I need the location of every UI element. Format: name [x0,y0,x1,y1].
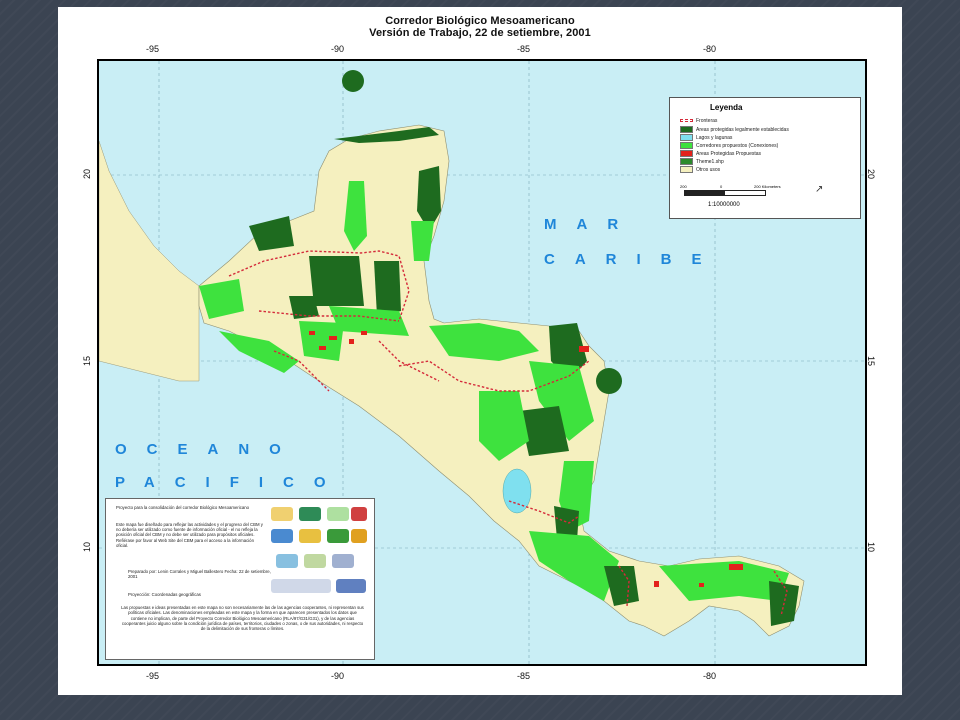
scale-label: 200 Kilometers [754,184,781,189]
sea-label-caribbean-1: MAR [544,216,638,233]
info-panel: Proyecto para la consolidación del corre… [105,498,375,660]
lat-tick-left: 15 [82,355,93,367]
lat-tick-left: 10 [82,541,93,553]
lon-tick-bottom: -95 [146,671,160,681]
lat-tick-left: 20 [82,168,93,180]
info-projection: Proyección: Coordenadas geográficas [128,592,201,597]
legend-title: Leyenda [710,103,743,112]
protected-guatemala-north [299,321,344,361]
legend-item: Areas Protegidas Propuestas [680,150,761,157]
lon-tick-bottom: -90 [331,671,345,681]
logo-icon [271,579,331,593]
logo-icon [276,554,298,568]
protected-maya-biosphere [374,261,401,316]
logo-icon [271,529,293,543]
legend-item: Areas protegidas legalmente establecidas [680,126,789,133]
lat-tick-right: 15 [866,355,877,367]
island-protected-east [596,368,622,394]
logo-icon [351,529,367,543]
scale-label: 200 [680,184,687,189]
swatch [680,126,693,133]
lon-tick-top: -85 [517,44,531,54]
swatch [680,150,693,157]
swatch [680,142,693,149]
logo-icon [299,529,321,543]
logo-icon [351,507,367,521]
legend-item: Theme1.shp [680,158,724,165]
map-frame: MAR CARIBE OCEANO PACIFICO Leyenda Front… [97,59,867,666]
legend-label: Corredores propuestos (Conexiones) [696,142,779,149]
lon-tick-bottom: -85 [517,671,531,681]
info-prepared: Preparado por: Lenin Corrales y Miguel B… [128,569,271,580]
logo-icon [299,507,321,521]
sea-label-pacific-1: OCEANO [115,441,301,458]
logo-icon [336,579,366,593]
legend-item: Otros usos [680,166,720,173]
protected-area-qroo [411,221,434,261]
map-subtitle: Versión de Trabajo, 22 de setiembre, 200… [369,27,591,39]
island-protected [342,70,364,92]
legend-label: Lagos y lagunas [696,134,733,141]
lat-tick-right: 20 [866,168,877,180]
sea-label-pacific-2: PACIFICO [115,474,346,491]
lon-tick-top: -90 [331,44,345,54]
legend-item: Corredores propuestos (Conexiones) [680,142,778,149]
legend: Leyenda Fronteras Areas protegidas legal… [669,97,861,219]
swatch [680,158,693,165]
legend-label: Areas protegidas legalmente establecidas [696,126,789,133]
logo-icon [332,554,354,568]
protected-calakmul [309,256,364,306]
logo-icon [271,507,293,521]
legend-label: Otros usos [696,166,721,173]
land-mexico-west [99,140,200,382]
scale-ratio: 1:10000000 [708,202,740,208]
info-footnote: Las propuestas e ideas presentadas en es… [121,605,364,632]
lon-tick-top: -80 [703,44,717,54]
legend-item: Lagos y lagunas [680,134,732,141]
lat-tick-right: 10 [866,541,877,553]
north-arrow-icon: ↗ [815,184,824,195]
legend-item: Fronteras [680,118,717,125]
info-disclaimer: Este mapa fue diseñado para reflejar las… [116,522,263,548]
logo-icon [327,529,349,543]
legend-label: Fronteras [696,118,718,124]
logo-icon [304,554,326,568]
border-swatch [680,119,693,123]
logo-icon [327,507,349,521]
swatch [680,166,693,173]
lon-tick-bottom: -80 [703,671,717,681]
lon-tick-top: -95 [146,44,160,54]
sea-label-caribbean-2: CARIBE [544,251,722,268]
map-title: Corredor Biológico Mesoamericano [385,15,575,27]
legend-label: Theme1.shp [696,158,724,165]
scale-label: 0 [720,184,723,189]
legend-label: Areas Protegidas Propuestas [696,150,762,157]
scale-bar [684,190,766,196]
info-project: Proyecto para la consolidación del corre… [116,505,250,510]
swatch [680,134,693,141]
